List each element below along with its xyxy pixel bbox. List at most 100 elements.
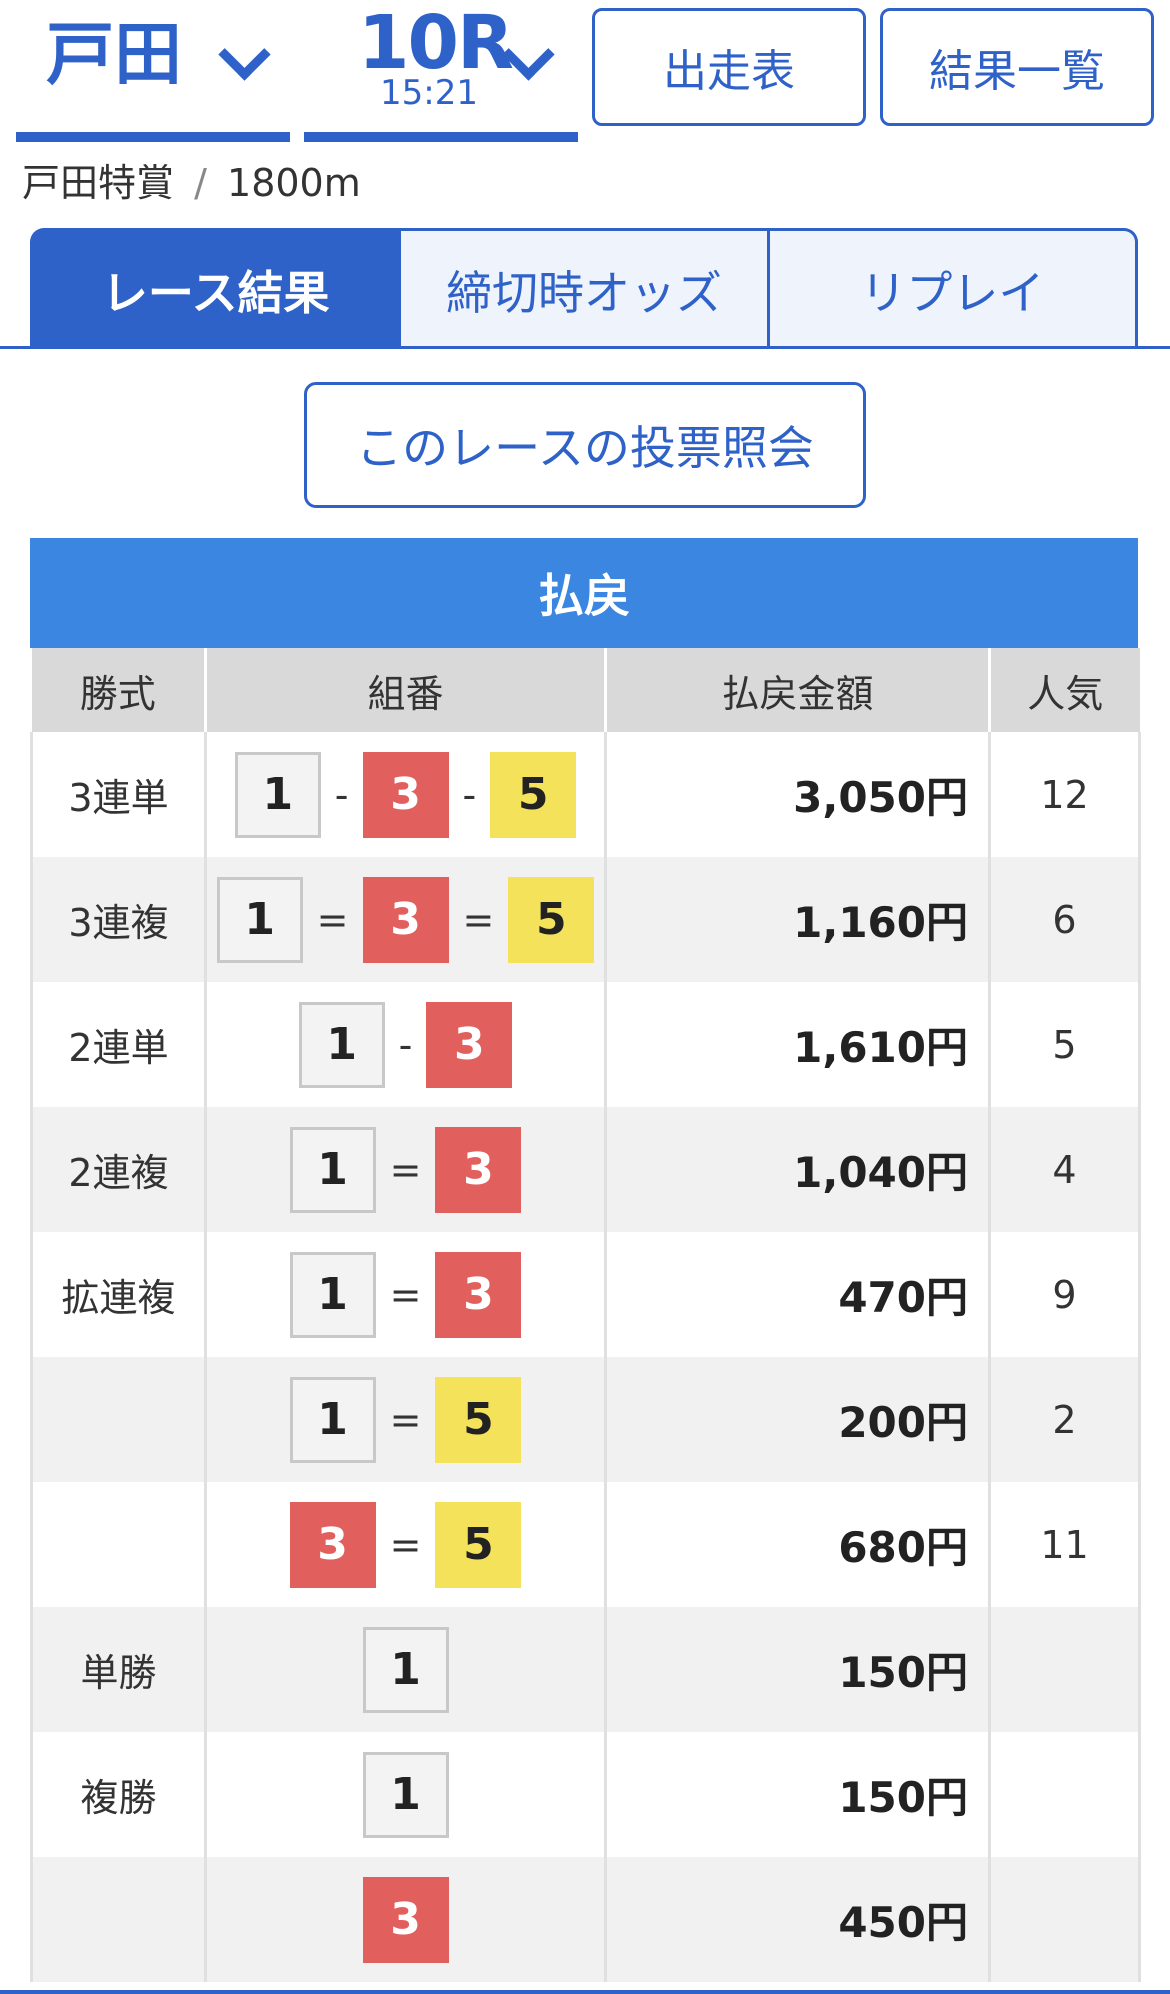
bet-type-cell: 複勝 bbox=[30, 1732, 206, 1857]
column-header-bet-type: 勝式 bbox=[31, 648, 206, 732]
column-header-payout-amount: 払戻金額 bbox=[604, 648, 990, 732]
race-selector[interactable]: 10R 15:21 bbox=[304, 0, 578, 142]
payout-amount-cell: 470円 bbox=[604, 1232, 990, 1357]
combination-operator: = bbox=[462, 897, 495, 942]
payout-amount-cell: 200円 bbox=[604, 1357, 990, 1482]
combination: 3 = 5 bbox=[289, 1501, 522, 1588]
boat-number-badge: 3 bbox=[289, 1501, 376, 1588]
boat-number-badge: 3 bbox=[435, 1251, 522, 1338]
tab-replay[interactable]: リプレイ bbox=[769, 228, 1138, 348]
combination-cell: 1 = 3 bbox=[204, 1107, 606, 1232]
table-row: 3 = 5 680円 11 bbox=[30, 1482, 1141, 1607]
result-tabs: レース結果 締切時オッズ リプレイ bbox=[30, 228, 1138, 348]
popularity-cell: 11 bbox=[988, 1482, 1141, 1607]
race-distance: 1800m bbox=[227, 161, 361, 205]
combination: 1 = 3 bbox=[289, 1126, 522, 1213]
race-number: 10R bbox=[358, 0, 514, 86]
bet-type-cell bbox=[30, 1482, 206, 1607]
venue-selector[interactable]: 戸田 bbox=[16, 0, 290, 142]
boat-number-badge: 5 bbox=[435, 1501, 522, 1588]
boat-number-badge: 3 bbox=[362, 876, 449, 963]
boat-number-badge: 5 bbox=[508, 876, 595, 963]
table-row: 3連単 1-3-5 3,050円 12 bbox=[30, 732, 1141, 857]
boat-number-badge: 1 bbox=[289, 1126, 376, 1213]
combination-cell: 3 bbox=[204, 1857, 606, 1982]
table-row: 拡連複 1 = 3 470円 9 bbox=[30, 1232, 1141, 1357]
boat-number-badge: 1 bbox=[362, 1626, 449, 1713]
payout-amount-cell: 450円 bbox=[604, 1857, 990, 1982]
combination-operator: = bbox=[316, 897, 349, 942]
popularity-cell: 6 bbox=[988, 857, 1141, 982]
boat-number-badge: 1 bbox=[234, 751, 321, 838]
combination-cell: 1 bbox=[204, 1732, 606, 1857]
bet-type-cell: 2連複 bbox=[30, 1107, 206, 1232]
boat-number-badge: 5 bbox=[490, 751, 577, 838]
results-list-button[interactable]: 結果一覧 bbox=[880, 8, 1154, 126]
payout-amount-cell: 3,050円 bbox=[604, 732, 990, 857]
boat-number-badge: 3 bbox=[426, 1001, 513, 1088]
bet-type-cell: 3連複 bbox=[30, 857, 206, 982]
combination-operator: = bbox=[389, 1147, 422, 1192]
payout-amount-cell: 1,610円 bbox=[604, 982, 990, 1107]
bet-type-cell: 3連単 bbox=[30, 732, 206, 857]
popularity-cell: 4 bbox=[988, 1107, 1141, 1232]
popularity-cell: 12 bbox=[988, 732, 1141, 857]
popularity-cell: 5 bbox=[988, 982, 1141, 1107]
combination-operator: - bbox=[462, 772, 477, 817]
payout-title: 払戻 bbox=[30, 538, 1138, 648]
column-header-popularity: 人気 bbox=[988, 648, 1140, 732]
bet-type-cell bbox=[30, 1857, 206, 1982]
boat-number-badge: 5 bbox=[435, 1376, 522, 1463]
payout-amount-cell: 1,040円 bbox=[604, 1107, 990, 1232]
combination: 1 bbox=[362, 1751, 449, 1838]
tab-divider bbox=[0, 346, 1170, 349]
payout-table-header: 勝式 組番 払戻金額 人気 bbox=[31, 648, 1140, 732]
combination-cell: 1 = 5 bbox=[204, 1357, 606, 1482]
bottom-divider bbox=[0, 1990, 1170, 1994]
payout-amount-cell: 150円 bbox=[604, 1732, 990, 1857]
bet-type-cell bbox=[30, 1357, 206, 1482]
combination: 1 = 3 = 5 bbox=[216, 876, 595, 963]
payout-amount-cell: 1,160円 bbox=[604, 857, 990, 982]
combination-operator: = bbox=[389, 1397, 422, 1442]
popularity-cell: 9 bbox=[988, 1232, 1141, 1357]
vote-inquiry-button[interactable]: このレースの投票照会 bbox=[304, 382, 866, 508]
race-name: 戸田特賞 bbox=[22, 161, 175, 205]
race-time: 15:21 bbox=[380, 73, 478, 113]
bet-type-cell: 単勝 bbox=[30, 1607, 206, 1732]
combination-cell: 1 bbox=[204, 1607, 606, 1732]
payout-amount-cell: 150円 bbox=[604, 1607, 990, 1732]
combination: 1-3-5 bbox=[234, 751, 577, 838]
boat-number-badge: 3 bbox=[362, 1876, 449, 1963]
boat-number-badge: 1 bbox=[216, 876, 303, 963]
boat-number-badge: 1 bbox=[362, 1751, 449, 1838]
combination: 3 bbox=[362, 1876, 449, 1963]
tab-closing-odds[interactable]: 締切時オッズ bbox=[401, 228, 770, 348]
popularity-cell bbox=[988, 1732, 1141, 1857]
combination: 1 = 5 bbox=[289, 1376, 522, 1463]
tab-race-result[interactable]: レース結果 bbox=[30, 228, 402, 348]
combination: 1 bbox=[362, 1626, 449, 1713]
combination-operator: - bbox=[334, 772, 349, 817]
popularity-cell: 2 bbox=[988, 1357, 1141, 1482]
combination: 1 = 3 bbox=[289, 1251, 522, 1338]
combination-cell: 1-3 bbox=[204, 982, 606, 1107]
boat-number-badge: 3 bbox=[435, 1126, 522, 1213]
table-row: 2連複 1 = 3 1,040円 4 bbox=[30, 1107, 1141, 1232]
combination-cell: 3 = 5 bbox=[204, 1482, 606, 1607]
boat-number-badge: 3 bbox=[362, 751, 449, 838]
table-row: 2連単 1-3 1,610円 5 bbox=[30, 982, 1141, 1107]
bet-type-cell: 2連単 bbox=[30, 982, 206, 1107]
combination-cell: 1 = 3 bbox=[204, 1232, 606, 1357]
combination: 1-3 bbox=[298, 1001, 513, 1088]
combination-cell: 1-3-5 bbox=[204, 732, 606, 857]
popularity-cell bbox=[988, 1857, 1141, 1982]
popularity-cell bbox=[988, 1607, 1141, 1732]
bet-type-cell: 拡連複 bbox=[30, 1232, 206, 1357]
entry-list-button[interactable]: 出走表 bbox=[592, 8, 866, 126]
boat-number-badge: 1 bbox=[289, 1376, 376, 1463]
combination-operator: = bbox=[389, 1272, 422, 1317]
subtitle-separator: / bbox=[194, 161, 207, 205]
combination-cell: 1 = 3 = 5 bbox=[204, 857, 606, 982]
column-header-combination: 組番 bbox=[204, 648, 606, 732]
